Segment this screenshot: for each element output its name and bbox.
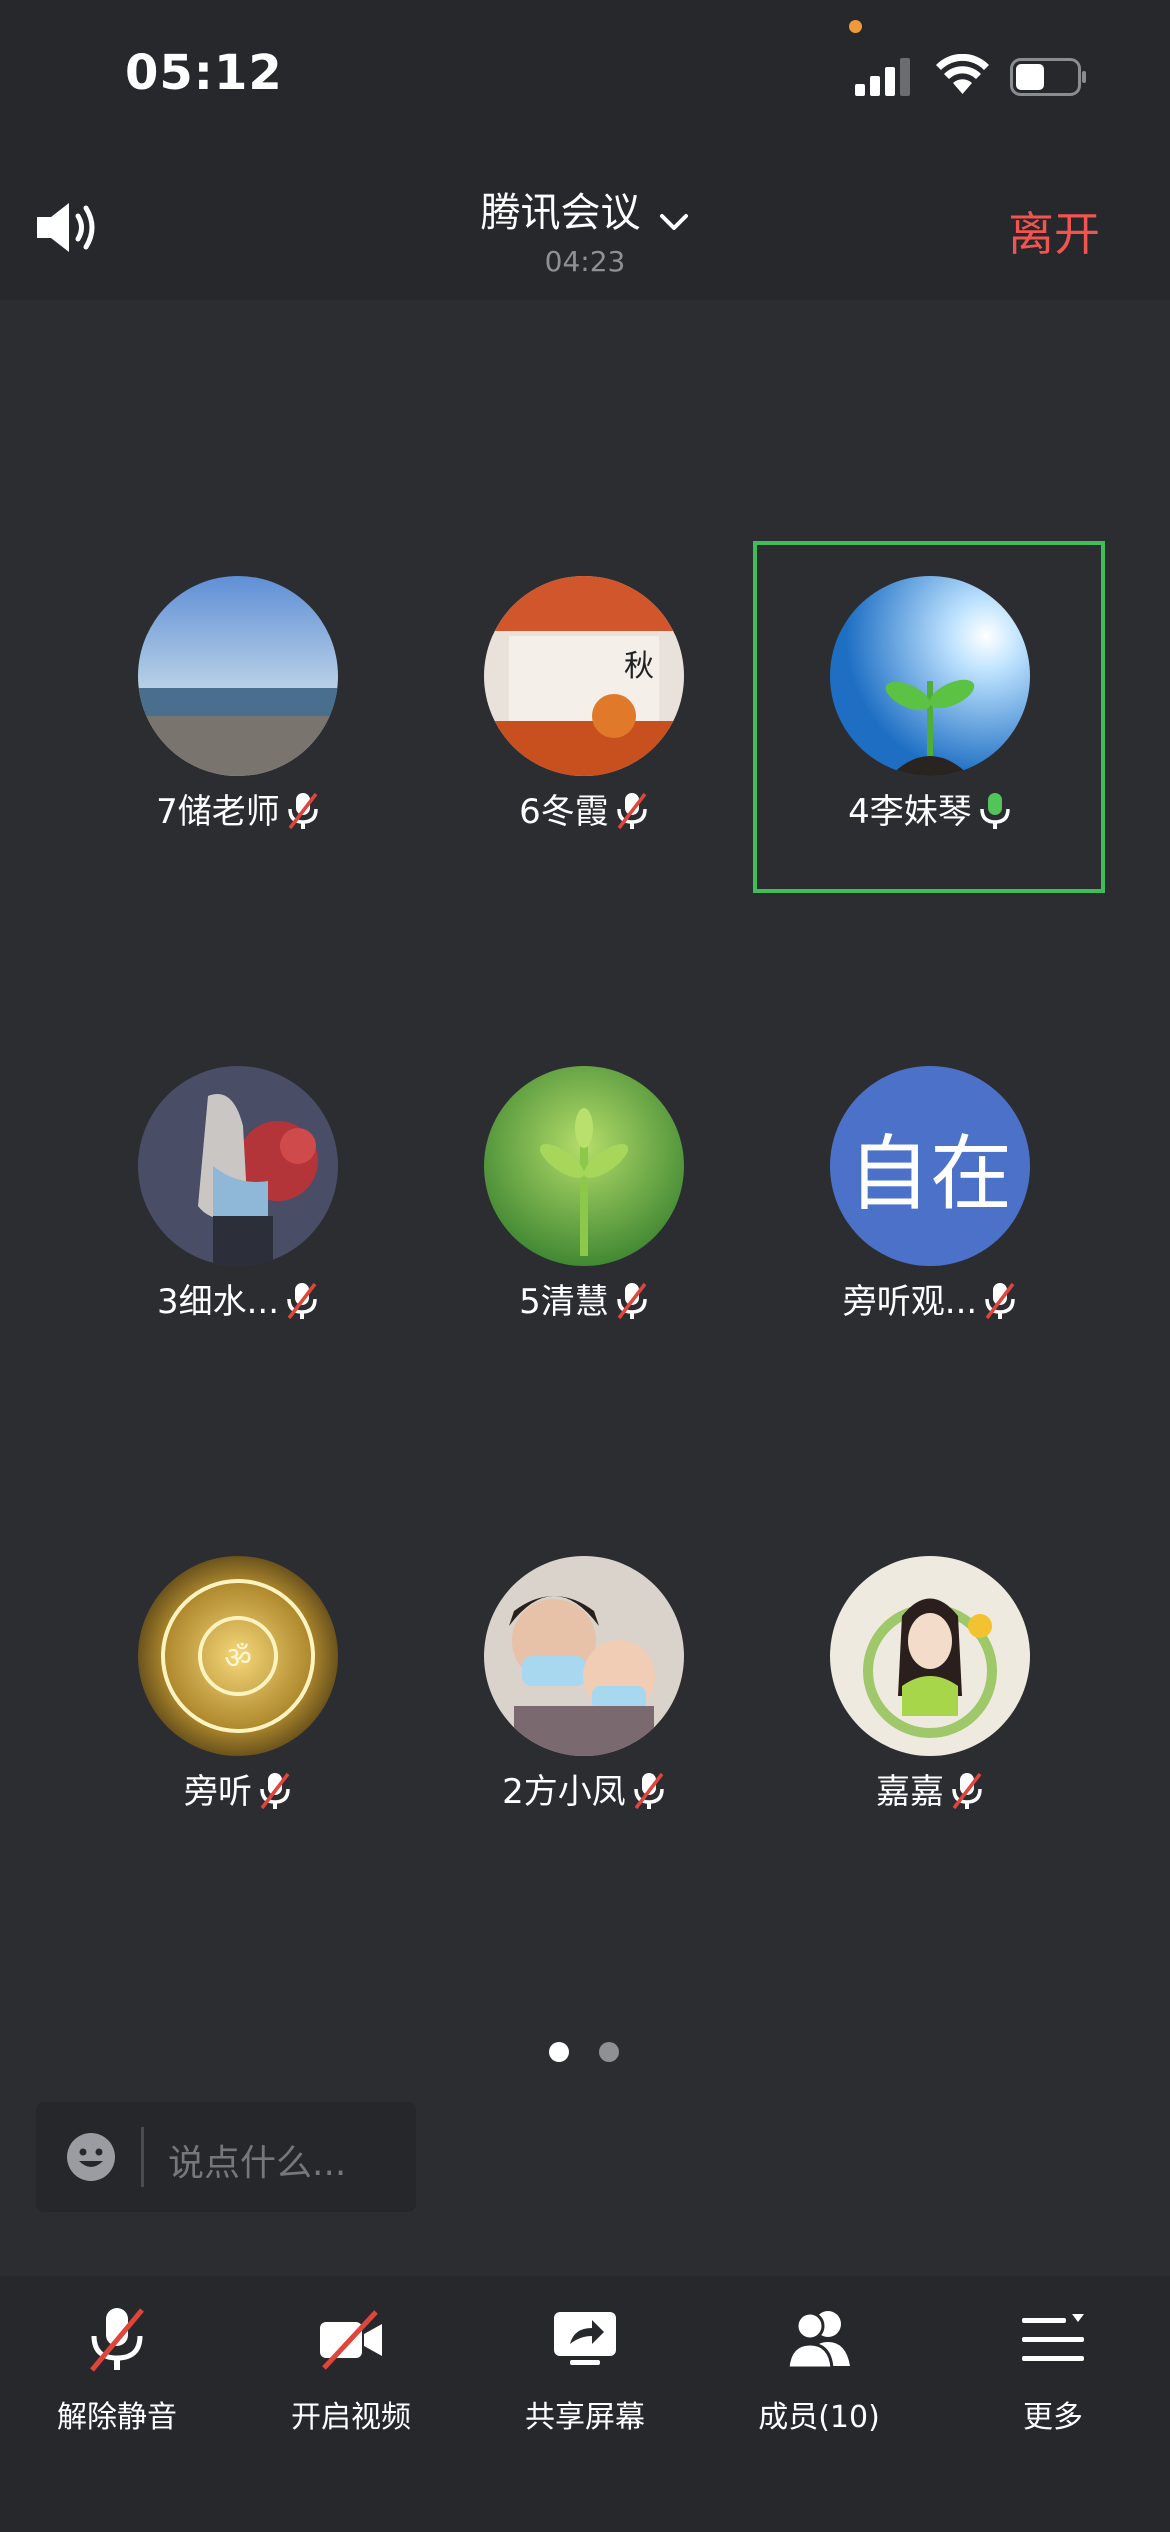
participant-name: 4李妹琴 [848,792,972,832]
page-dot[interactable] [599,2042,619,2062]
svg-text:秋: 秋 [624,649,654,684]
participant-tile[interactable]: 自在 旁听观... [752,1026,1092,1366]
unmute-button[interactable]: 解除静音 [0,2276,234,2532]
mic-muted-icon [260,1772,290,1810]
participant-name: 2方小凤 [502,1772,626,1812]
avatar: ॐ [138,1556,338,1756]
mic-muted-icon [617,1282,647,1320]
mic-muted-icon [985,1282,1015,1320]
start-video-label: 开启视频 [291,2400,411,2435]
status-bar: 05:12 [0,0,1170,150]
avatar [138,576,338,776]
mic-active-icon [980,793,1010,829]
participant-tile[interactable]: 7储老师 [60,536,400,876]
participant-name: 旁听观... [842,1282,978,1322]
mic-muted-icon [634,1772,664,1810]
meeting-title-button[interactable]: 腾讯会议 [0,180,1170,238]
page-dot-active[interactable] [549,2042,569,2062]
avatar [830,1556,1030,1756]
chat-placeholder: 说点什么... [168,2143,347,2184]
meeting-title: 腾讯会议 [480,190,641,236]
participant-tile[interactable]: 2方小凤 [406,1516,746,1856]
avatar-text: 自在 [830,1066,1030,1266]
leave-button[interactable]: 离开 [1008,198,1100,264]
more-label: 更多 [1023,2400,1083,2435]
avatar [138,1066,338,1266]
share-screen-icon [554,2312,616,2365]
privacy-indicator-dot [849,20,862,33]
battery-icon [1010,58,1086,96]
avatar [484,1066,684,1266]
avatar [484,1556,684,1756]
participant-name: 嘉嘉 [876,1772,944,1812]
participant-name: 6冬霞 [519,792,609,832]
svg-text:ॐ: ॐ [224,1641,251,1676]
unmute-label: 解除静音 [57,2400,177,2435]
participant-name: 旁听 [184,1772,252,1812]
cellular-signal-icon [855,58,910,96]
chat-divider [141,2127,144,2187]
mic-muted-icon [287,1282,317,1320]
participant-name: 3细水... [156,1282,280,1322]
meeting-header: 腾讯会议 04:23 离开 [0,150,1170,300]
share-screen-button[interactable]: 共享屏幕 [468,2276,702,2532]
mic-muted-icon [952,1772,982,1810]
share-screen-label: 共享屏幕 [525,2400,645,2435]
more-button[interactable]: 更多 [936,2276,1170,2532]
video-off-icon [320,2310,382,2370]
participant-tile[interactable]: 3细水... [60,1026,400,1366]
status-time: 05:12 [125,45,283,101]
wifi-icon [936,54,989,94]
mic-muted-icon [288,792,318,830]
start-video-button[interactable]: 开启视频 [234,2276,468,2532]
members-button[interactable]: 成员(10) [702,2276,936,2532]
participant-name: 7储老师 [156,792,280,832]
more-menu-icon [1022,2314,1084,2361]
chevron-down-icon [659,213,688,230]
participant-tile[interactable]: 4李妹琴 [752,536,1092,876]
members-icon [786,2311,850,2370]
chat-input[interactable]: 说点什么... [36,2102,416,2212]
participant-tile[interactable]: 秋 6冬霞 [406,536,746,876]
avatar: 秋 [484,576,684,776]
participant-name: 5清慧 [519,1282,609,1322]
meeting-duration: 04:23 [544,245,626,278]
participant-tile[interactable]: 5清慧 [406,1026,746,1366]
bottom-toolbar: 解除静音 开启视频 共享屏幕 成员(10) 更多 [0,2276,1170,2532]
avatar [830,576,1030,776]
avatar: 自在 [830,1066,1030,1266]
members-label: 成员(10) [758,2400,880,2435]
mic-muted-icon [90,2308,144,2372]
participant-tile[interactable]: 嘉嘉 [752,1516,1092,1856]
emoji-icon[interactable] [66,2132,116,2182]
mic-muted-icon [617,792,647,830]
participant-tile[interactable]: ॐ 旁听 [60,1516,400,1856]
